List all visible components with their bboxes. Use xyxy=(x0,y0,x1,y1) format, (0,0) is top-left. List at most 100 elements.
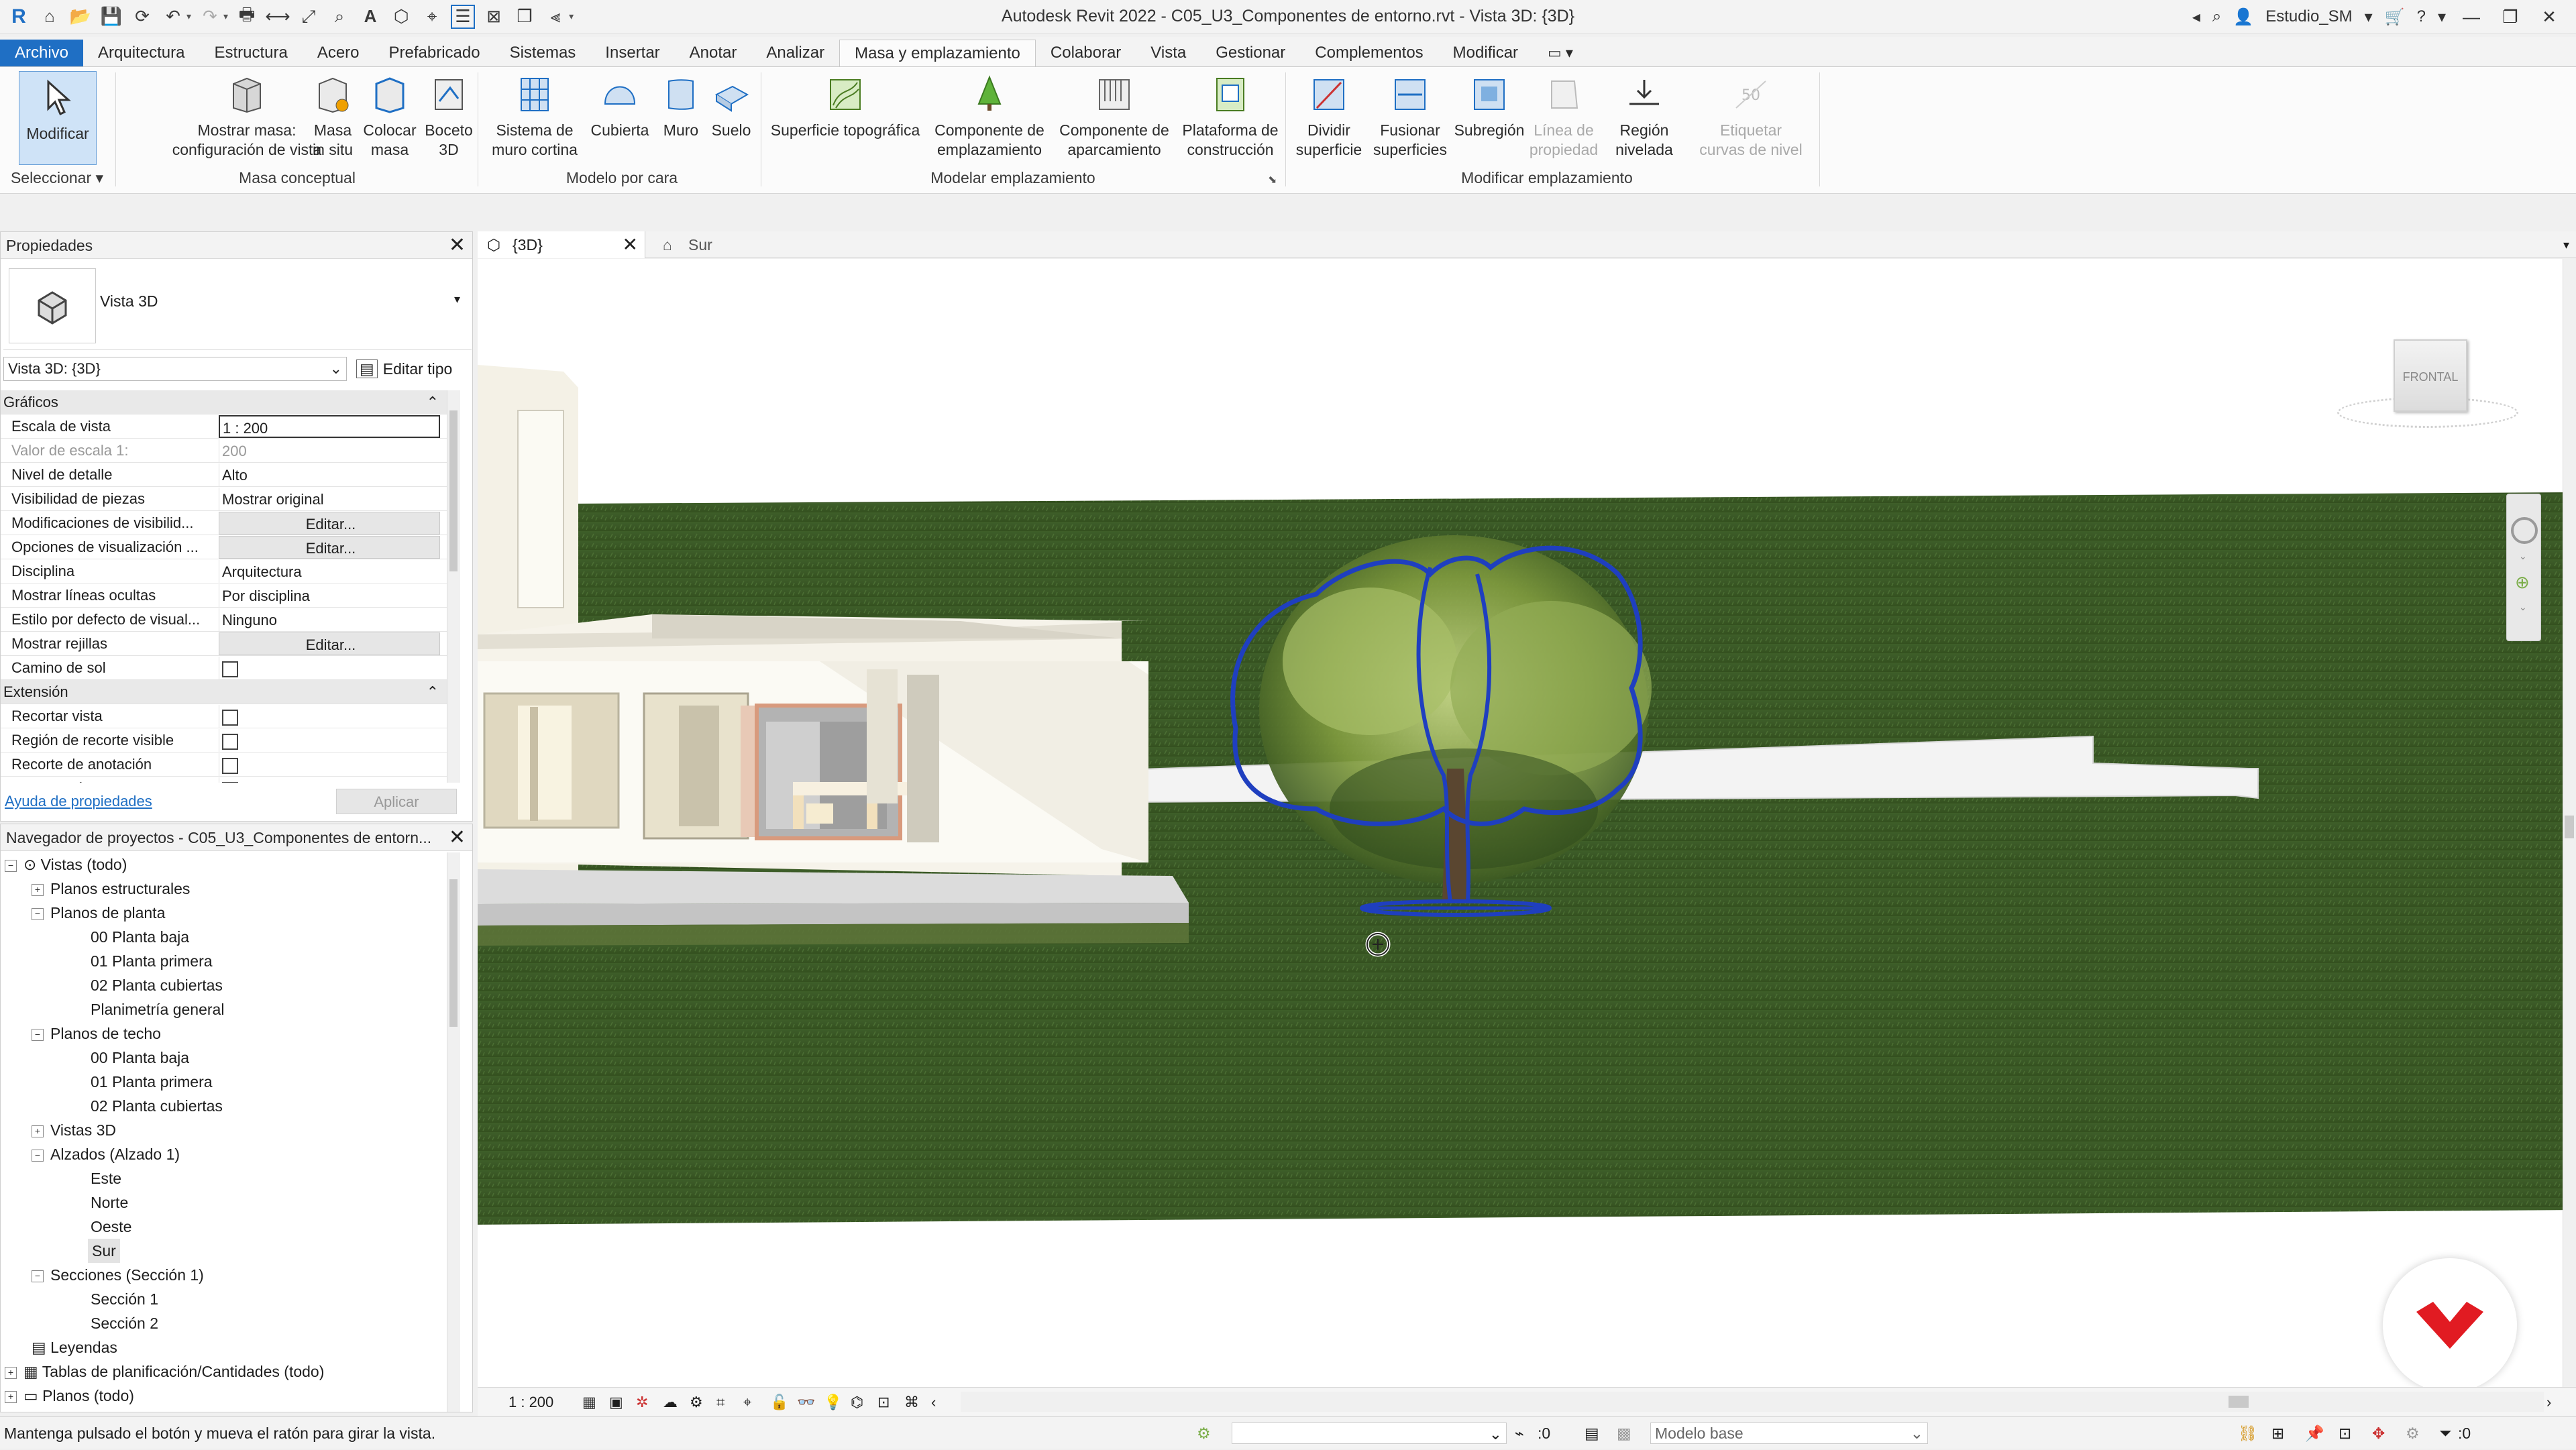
tab-arquitectura[interactable]: Arquitectura xyxy=(83,40,199,66)
wall-by-face-button[interactable]: Muro xyxy=(654,71,708,140)
building-pad-button[interactable]: Plataforma de construcción xyxy=(1174,71,1287,160)
section-graphics[interactable]: Gráficos ⌃ xyxy=(1,390,447,414)
workset-icon[interactable]: ⚙ xyxy=(1197,1417,1211,1449)
tree-leaf[interactable]: Oeste xyxy=(91,1215,131,1239)
restore-icon[interactable]: ❐ xyxy=(2497,7,2524,27)
view-scale[interactable]: 1 : 200 xyxy=(508,1388,553,1417)
workset-dropdown[interactable]: ⌄ xyxy=(1232,1423,1507,1444)
section-extents[interactable]: Extensión ⌃ xyxy=(1,680,447,704)
sketch-3d-button[interactable]: Boceto 3D xyxy=(419,71,479,160)
edit-display-options-button[interactable]: Editar... xyxy=(219,536,440,559)
panel-label-select[interactable]: Seleccionar ▾ xyxy=(7,169,107,187)
modify-button[interactable]: Modificar xyxy=(19,71,97,165)
nav-dropdown-icon[interactable]: ⌄ xyxy=(2519,551,2527,562)
inplace-mass-button[interactable]: Masa in situ xyxy=(306,71,360,160)
tree-leaf[interactable]: 01 Planta primera xyxy=(91,1070,213,1094)
tab-acero[interactable]: Acero xyxy=(303,40,374,66)
tree-leaf[interactable]: Sección 2 xyxy=(91,1311,158,1335)
properties-help-link[interactable]: Ayuda de propiedades xyxy=(5,793,152,810)
lock-view-icon[interactable]: 🔓 xyxy=(770,1388,788,1417)
background-process-icon[interactable]: ⚙ xyxy=(2406,1417,2420,1449)
apply-button[interactable]: Aplicar xyxy=(336,789,457,814)
open-icon[interactable]: 📂 xyxy=(68,5,93,29)
tree-node-views[interactable]: − ⊙ Vistas (todo) xyxy=(5,852,127,877)
sun-path-icon[interactable]: ✲ xyxy=(636,1388,648,1417)
close-tab-icon[interactable]: ✕ xyxy=(623,231,638,258)
save-icon[interactable]: 💾 xyxy=(99,5,123,29)
detail-level-icon[interactable]: ▦ xyxy=(582,1388,596,1417)
tab-prefabricado[interactable]: Prefabricado xyxy=(374,40,495,66)
redo-dropdown-icon[interactable]: ▾ xyxy=(223,11,228,22)
print-icon[interactable]: 🖶 xyxy=(235,4,259,29)
minimize-icon[interactable]: — xyxy=(2458,7,2485,27)
parking-component-button[interactable]: Componente de aparcamiento xyxy=(1052,71,1177,160)
user-icon[interactable]: 👤 xyxy=(2233,7,2253,27)
tab-modificar[interactable]: Modificar xyxy=(1438,40,1533,66)
sun-path-checkbox[interactable] xyxy=(222,661,238,678)
far-clip-checkbox[interactable] xyxy=(222,782,238,783)
tab-sistemas[interactable]: Sistemas xyxy=(495,40,591,66)
temporary-hide-icon[interactable]: 👓 xyxy=(797,1388,815,1417)
tab-gestionar[interactable]: Gestionar xyxy=(1201,40,1300,66)
ribbon-toggle-icon[interactable]: ▭ ▾ xyxy=(1533,40,1588,66)
tab-masa-emplazamiento[interactable]: Masa y emplazamiento xyxy=(839,40,1036,66)
tree-leaf[interactable]: 02 Planta cubiertas xyxy=(91,1094,223,1118)
exclude-options-icon[interactable]: ▩ xyxy=(1617,1417,1631,1449)
drag-elements-icon[interactable]: ✥ xyxy=(2372,1417,2385,1449)
graded-region-button[interactable]: Región nivelada xyxy=(1607,71,1681,160)
split-surface-button[interactable]: Dividir superficie xyxy=(1292,71,1366,160)
tree-leaf[interactable]: Sección 1 xyxy=(91,1287,158,1311)
editable-only-icon[interactable]: ⌁ xyxy=(1515,1417,1524,1449)
close-properties-icon[interactable]: ✕ xyxy=(449,232,466,259)
tree-node-structural-plans[interactable]: + Planos estructurales xyxy=(32,877,190,901)
tree-leaf[interactable]: 00 Planta baja xyxy=(91,925,189,949)
analytical-model-icon[interactable]: ⊡ xyxy=(877,1388,890,1417)
tree-node-sheets[interactable]: + ▭ Planos (todo) xyxy=(5,1384,134,1408)
annotation-crop-checkbox[interactable] xyxy=(222,758,238,775)
customize-qat-icon[interactable]: ▾ xyxy=(569,11,574,22)
switch-windows-icon[interactable]: ❐ xyxy=(513,5,537,29)
zoom-icon[interactable]: ⊕ xyxy=(2515,572,2530,593)
merge-surfaces-button[interactable]: Fusionar superficies xyxy=(1368,71,1452,160)
home-icon[interactable]: ⌂ xyxy=(38,5,62,29)
edit-grids-button[interactable]: Editar... xyxy=(219,632,440,655)
crop-view-icon[interactable]: ⌗ xyxy=(716,1388,724,1417)
crop-view-checkbox[interactable] xyxy=(222,710,238,726)
chevron-down-icon[interactable]: ▾ xyxy=(2365,7,2373,27)
aligned-dimension-icon[interactable]: ⤢ xyxy=(297,5,321,29)
close-icon[interactable]: ✕ xyxy=(2536,7,2563,27)
type-dropdown-icon[interactable]: ▾ xyxy=(454,292,460,306)
close-browser-icon[interactable]: ✕ xyxy=(449,824,466,851)
close-hidden-icon[interactable]: ⊠ xyxy=(482,5,506,29)
toposurface-button[interactable]: Superficie topográfica xyxy=(765,71,926,140)
property-line-button[interactable]: Línea de propiedad xyxy=(1527,71,1601,160)
viewcube[interactable]: FRONTAL xyxy=(2337,339,2518,440)
filter-icon[interactable]: ⏷ xyxy=(2439,1417,2451,1449)
cart-icon[interactable]: 🛒 xyxy=(2385,7,2405,27)
3d-viewport[interactable]: FRONTAL ⌄ ⊕ ⌄ xyxy=(478,259,2576,1392)
tab-vista[interactable]: Vista xyxy=(1136,40,1201,66)
design-options-icon[interactable]: ▤ xyxy=(1585,1417,1599,1449)
worksharing-display-icon[interactable]: ⌬ xyxy=(851,1388,863,1417)
select-pinned-icon[interactable]: 📌 xyxy=(2305,1417,2324,1449)
tree-node-sections[interactable]: − Secciones (Sección 1) xyxy=(32,1263,204,1287)
tab-estructura[interactable]: Estructura xyxy=(199,40,302,66)
type-selector[interactable]: Vista 3D ▾ xyxy=(3,263,472,350)
edit-visibility-button[interactable]: Editar... xyxy=(219,512,440,535)
edit-type-button[interactable]: ▤ Editar tipo xyxy=(356,357,452,381)
crop-region-visible-checkbox[interactable] xyxy=(222,734,238,750)
browser-scrollbar[interactable] xyxy=(447,852,460,1412)
select-links-icon[interactable]: ⛓ xyxy=(2238,1417,2257,1449)
tree-leaf[interactable]: Norte xyxy=(91,1190,128,1215)
user-name[interactable]: Estudio_SM xyxy=(2265,7,2352,26)
scroll-right-icon[interactable]: › xyxy=(2546,1388,2551,1417)
text-icon[interactable]: A xyxy=(358,5,382,29)
chevron-left-icon[interactable]: ◂ xyxy=(2192,7,2200,27)
undo-icon[interactable]: ↶ xyxy=(161,5,185,29)
full-navigation-wheel-icon[interactable] xyxy=(2511,517,2538,544)
thin-lines-icon[interactable]: ☰ xyxy=(451,4,476,29)
properties-scrollbar[interactable] xyxy=(447,390,460,783)
revit-logo-icon[interactable]: R xyxy=(7,5,31,29)
tree-leaf[interactable]: 00 Planta baja xyxy=(91,1046,189,1070)
tree-node-3d-views[interactable]: + Vistas 3D xyxy=(32,1118,116,1142)
